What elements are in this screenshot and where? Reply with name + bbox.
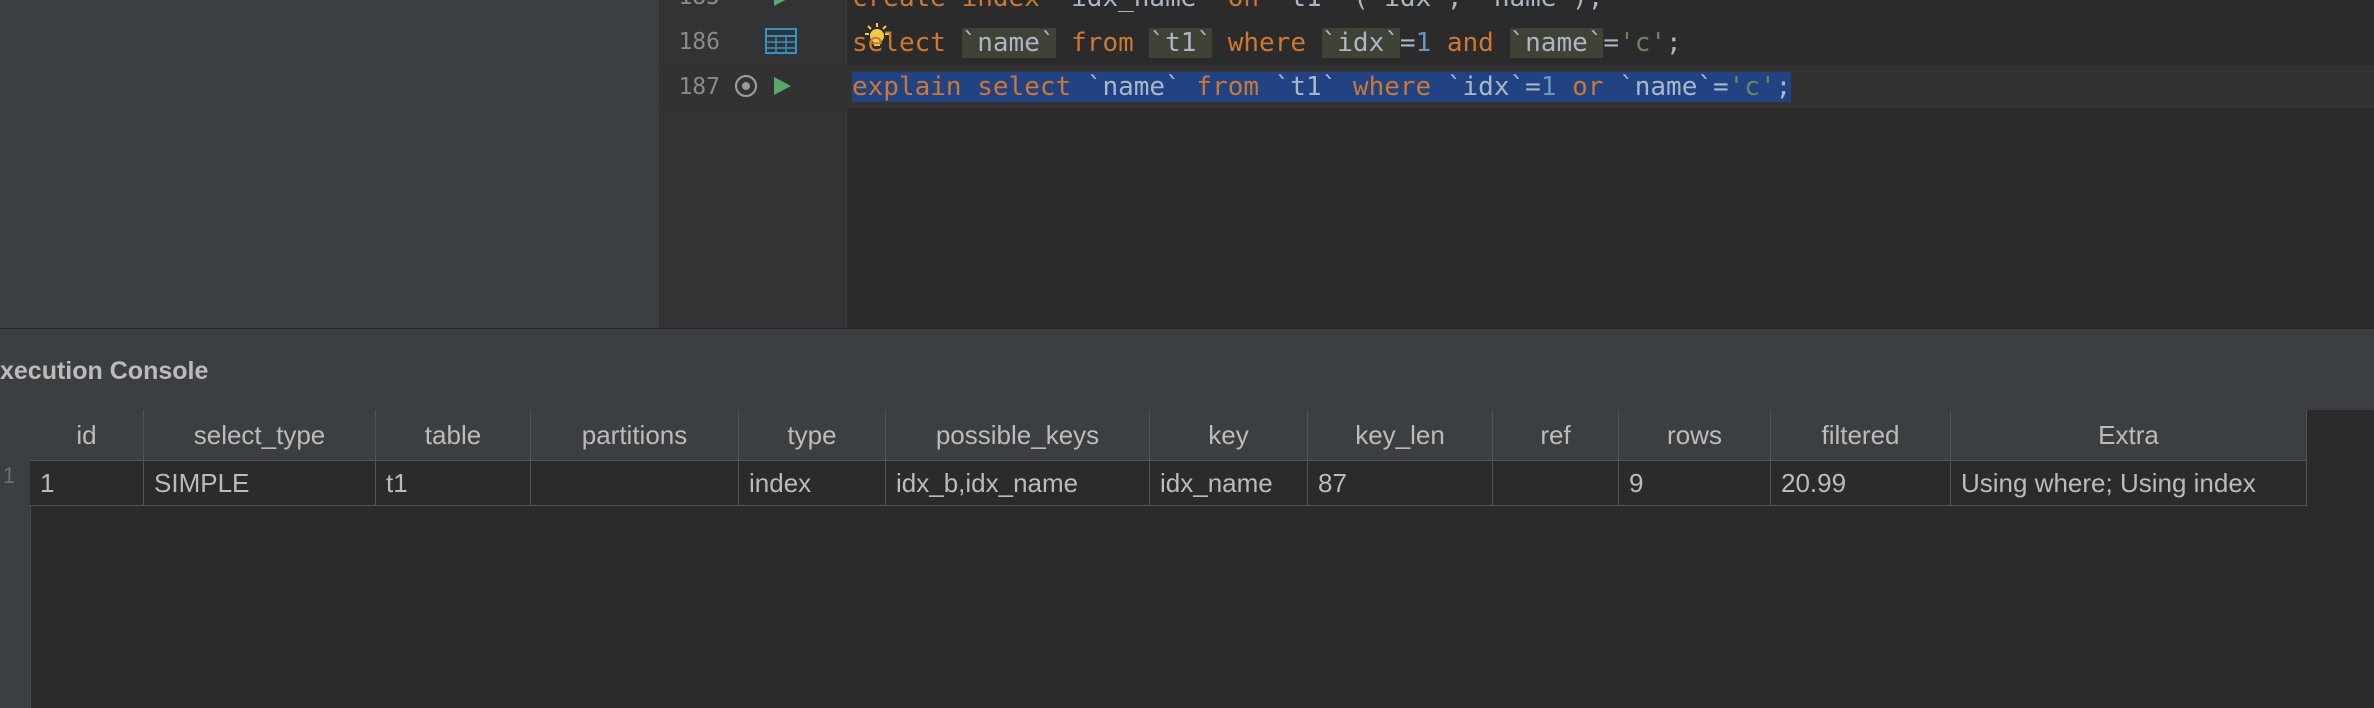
code-token: where [1212,28,1322,58]
cell-id[interactable]: 1 [30,460,144,506]
code-token: `name` [1478,0,1572,13]
code-token: on [1212,0,1275,13]
column-header-type[interactable]: type [738,410,886,461]
column-header-table[interactable]: table [375,410,531,461]
cell-table[interactable]: t1 [375,460,531,506]
code-line[interactable]: create index `idx_name` on `t1` (`idx`, … [852,0,1603,18]
code-token: = [1603,28,1620,58]
settings-icon[interactable] [734,74,758,103]
code-text: select `name` from `t1` where `idx`=1 an… [852,28,1682,58]
code-text: create index `idx_name` on `t1` (`idx`, … [852,0,1603,13]
code-token: select [977,72,1087,102]
run-icon[interactable] [771,75,793,102]
code-token: = [1525,72,1541,102]
code-token: `name` [1619,72,1713,102]
code-line[interactable]: select `name` from `t1` where `idx`=1 an… [852,23,1682,63]
line-number: 187 [678,74,720,100]
row-number-gutter [0,410,31,708]
cell-ref[interactable] [1492,460,1619,506]
code-token: where [1337,72,1447,102]
column-header-partitions[interactable]: partitions [530,410,739,461]
code-token: from [1055,28,1150,58]
cell-possible-keys[interactable]: idx_b,idx_name [885,460,1150,506]
column-header-possible-keys[interactable]: possible_keys [885,410,1150,461]
project-tool-pane [0,0,660,328]
code-token: 'c' [1728,72,1776,102]
code-token: and [1431,28,1510,58]
code-token: `name` [1509,28,1604,58]
cell-type[interactable]: index [738,460,886,506]
column-header-filtered[interactable]: filtered [1770,410,1951,461]
header-row: id select_type table partitions type pos… [30,410,2307,461]
cell-partitions[interactable] [530,460,739,506]
console-header: xecution Console [0,328,2374,411]
code-token: `idx` [1321,28,1400,58]
cell-extra[interactable]: Using where; Using index [1950,460,2307,506]
code-token: 'c' [1619,28,1667,58]
code-token: `idx_name` [1056,0,1213,13]
code-line-selected[interactable]: explain select `name` from `t1` where `i… [852,67,1792,107]
column-header-id[interactable]: id [30,410,144,461]
code-token: ; [1666,28,1682,58]
code-token: `t1` [1149,28,1213,58]
column-header-rows[interactable]: rows [1618,410,1771,461]
run-icon[interactable] [771,0,793,13]
column-header-extra[interactable]: Extra [1950,410,2307,461]
table-icon[interactable] [765,28,797,59]
table-row[interactable]: 1 SIMPLE t1 index idx_b,idx_name idx_nam… [30,460,2307,506]
cell-filtered[interactable]: 20.99 [1770,460,1951,506]
line-number: 186 [678,29,720,55]
results-table[interactable]: id select_type table partitions type pos… [30,410,2307,506]
code-token: index [962,0,1056,13]
column-header-select-type[interactable]: select_type [143,410,376,461]
code-token: create [852,0,962,13]
cell-key[interactable]: idx_name [1149,460,1308,506]
code-token: explain [852,72,978,102]
code-token: = [1399,28,1416,58]
cell-rows[interactable]: 9 [1618,460,1771,506]
code-token: , [1447,0,1478,13]
code-token: ); [1572,0,1603,13]
line-number: 185 [660,0,720,10]
code-token: `t1` [1275,0,1338,13]
column-header-key-len[interactable]: key_len [1307,410,1493,461]
row-number: 1 [2,463,16,488]
cell-key-len[interactable]: 87 [1307,460,1493,506]
code-token: 1 [1540,72,1557,102]
code-token: `idx` [1446,72,1526,102]
code-token: `name` [1086,72,1181,102]
code-token: or [1556,72,1620,102]
code-token: ( [1337,0,1369,13]
code-token: `idx` [1369,0,1447,13]
console-title: xecution Console [0,357,209,385]
column-header-key[interactable]: key [1149,410,1308,461]
code-token: 1 [1415,28,1432,58]
code-token: from [1180,72,1275,102]
code-token: ; [1775,72,1792,102]
code-token: `name` [961,28,1056,58]
cell-select-type[interactable]: SIMPLE [143,460,376,506]
code-token: `t1` [1274,72,1338,102]
code-token: = [1713,72,1729,102]
selected-text: explain select `name` from `t1` where `i… [852,72,1792,102]
column-header-ref[interactable]: ref [1492,410,1619,461]
code-token: select [852,28,962,58]
